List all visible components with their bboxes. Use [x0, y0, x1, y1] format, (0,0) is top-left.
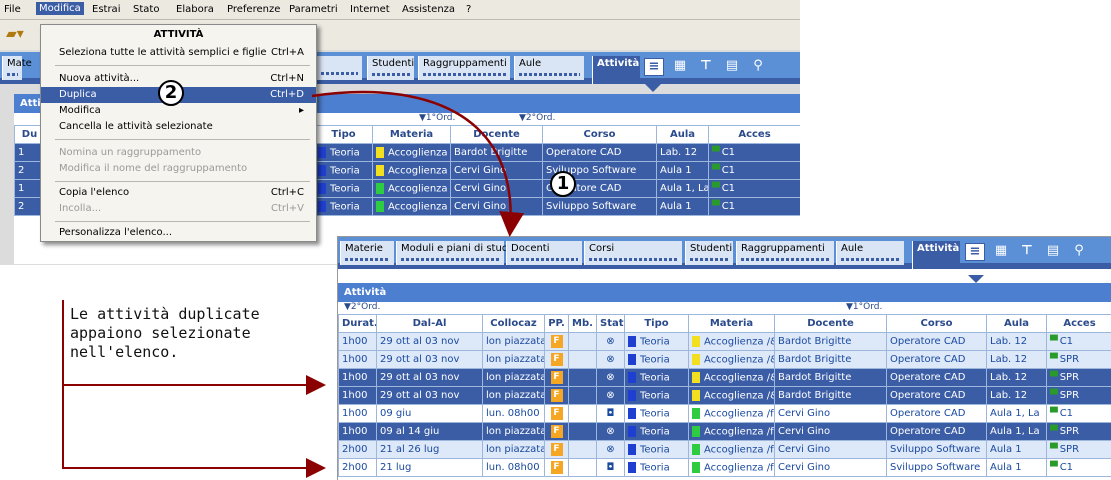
arrow-duplica-to-list	[311, 90, 525, 237]
annotation-arrows	[62, 90, 525, 478]
